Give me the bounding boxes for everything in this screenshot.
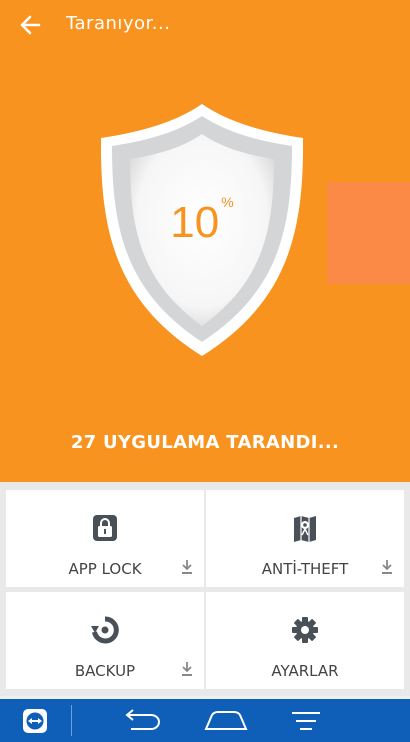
tile-label: AYARLAR	[271, 662, 339, 680]
settings-gear-icon	[292, 617, 318, 643]
tile-anti-theft[interactable]: ANTİ-THEFT	[206, 490, 404, 587]
nav-divider	[71, 705, 72, 736]
scan-status-text: 27 UYGULAMA TARANDI...	[70, 432, 340, 453]
nav-home-button[interactable]	[196, 699, 256, 742]
scan-percent: 10%	[98, 194, 306, 248]
system-navbar	[0, 699, 410, 742]
download-icon	[182, 662, 192, 676]
app-lock-icon	[93, 515, 117, 541]
download-icon	[382, 560, 392, 574]
scan-shield: 10%	[98, 102, 306, 358]
scan-panel: Taranıyor... 10% 27 UYGULAMA TARANDI...	[0, 0, 410, 482]
percent-sign: %	[221, 194, 234, 211]
nav-home-icon	[204, 710, 248, 730]
feature-grid: APP LOCK ANTİ-THEFT BACKUP AYARLAR	[0, 482, 410, 696]
tile-app-lock[interactable]: APP LOCK	[6, 490, 204, 587]
nav-menu-icon	[292, 711, 320, 730]
tile-label: APP LOCK	[68, 560, 142, 578]
side-tab[interactable]	[327, 182, 410, 284]
tile-label: ANTİ-THEFT	[261, 560, 349, 578]
back-arrow-icon	[20, 15, 41, 35]
teamviewer-button[interactable]	[12, 699, 58, 742]
percent-value: 10	[170, 198, 220, 247]
anti-theft-icon	[294, 516, 316, 542]
nav-recents-button[interactable]	[276, 699, 336, 742]
backup-icon	[91, 616, 119, 644]
tile-label: BACKUP	[74, 662, 136, 680]
download-icon	[182, 560, 192, 574]
tile-settings[interactable]: AYARLAR	[206, 592, 404, 689]
tile-backup[interactable]: BACKUP	[6, 592, 204, 689]
nav-back-icon	[125, 708, 160, 730]
back-button[interactable]	[12, 7, 48, 43]
page-title: Taranıyor...	[66, 13, 171, 34]
app-bar: Taranıyor...	[0, 0, 410, 50]
nav-back-button[interactable]	[110, 699, 170, 742]
teamviewer-icon	[23, 708, 47, 733]
